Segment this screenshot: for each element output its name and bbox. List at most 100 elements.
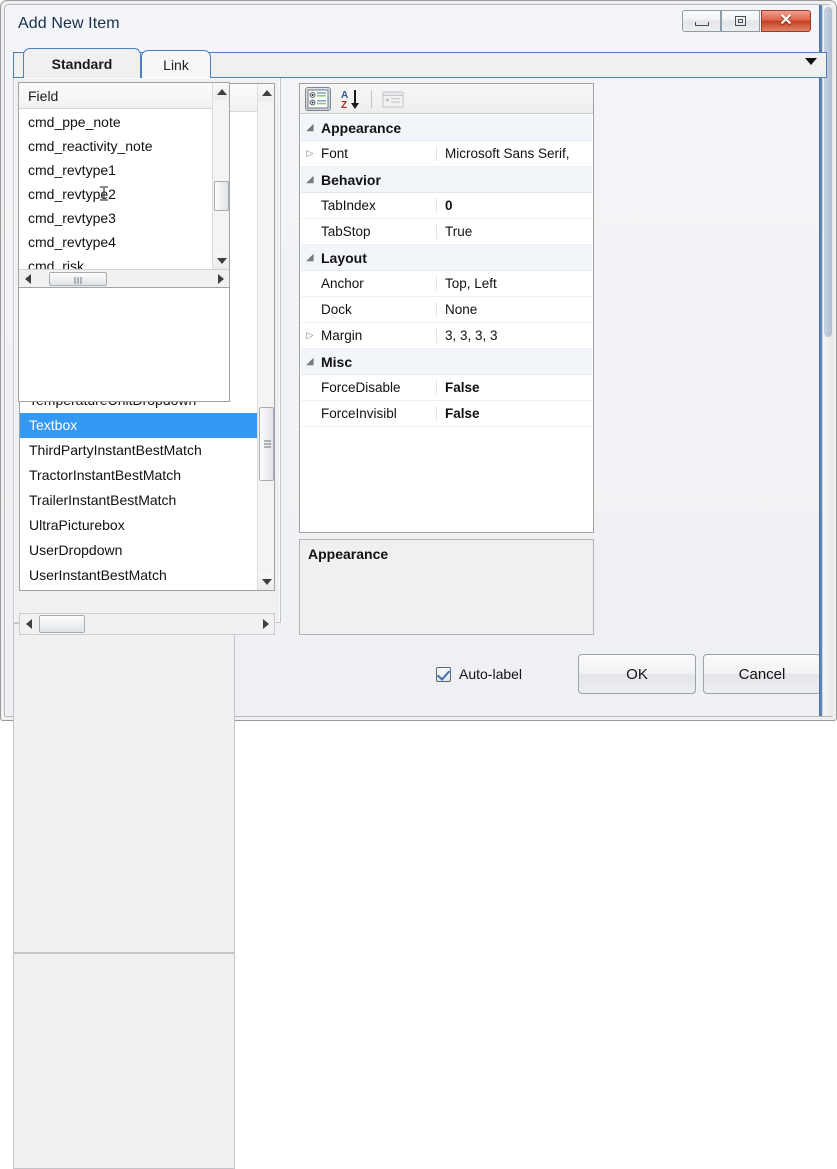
ok-button-label: OK (626, 665, 648, 683)
window-title: Add New Item (18, 15, 120, 32)
list-item[interactable]: cmd_risk (19, 254, 212, 269)
property-row[interactable]: Dock None (301, 297, 592, 323)
categorized-view-icon[interactable] (305, 87, 331, 111)
property-name: Behavior (321, 171, 381, 188)
property-row[interactable]: TabStop True (301, 219, 592, 245)
maximize-button[interactable] (721, 10, 760, 32)
list-item[interactable]: UserDropdown (20, 538, 257, 563)
list-item[interactable]: ThirdPartyInstantBestMatch (20, 438, 257, 463)
list-item[interactable]: Textbox (20, 413, 257, 438)
field-group-box: Field cmd_ppe_note cmd_reactivity_note cmd… (13, 82, 235, 1169)
list-item[interactable]: cmd_revtype2 (19, 182, 212, 206)
dialog-vertical-scrollbar[interactable] (822, 5, 833, 716)
expand-icon[interactable]: ▷ (301, 148, 319, 159)
checkbox-icon[interactable] (436, 666, 451, 682)
text-cursor-icon (100, 186, 108, 201)
property-value[interactable]: False (437, 380, 592, 395)
list-item[interactable]: cmd_revtype3 (19, 206, 212, 230)
minimize-button[interactable] (682, 10, 721, 32)
list-item[interactable]: cmd_ppe_note (19, 110, 212, 134)
maximize-icon (722, 11, 759, 31)
list-item[interactable]: cmd_revtype4 (19, 230, 212, 254)
property-row[interactable]: ▷ Margin 3, 3, 3, 3 (301, 323, 592, 349)
control-type-horizontal-scrollbar[interactable] (19, 613, 275, 635)
dialog-window: Add New Item ✕ Standard Link Textbox Thi… (0, 0, 837, 1169)
property-category-row[interactable]: ◢ Layout (301, 245, 592, 271)
auto-label-text: Auto-label (459, 666, 523, 682)
list-item[interactable]: TrailerInstantBestMatch (20, 488, 257, 513)
scroll-up-icon[interactable] (213, 83, 229, 100)
property-name: Font (319, 146, 437, 161)
expand-icon[interactable]: ▷ (301, 330, 319, 341)
scrollbar-thumb[interactable] (259, 407, 274, 481)
property-row[interactable]: ▷ Font Microsoft Sans Serif, (301, 141, 592, 167)
field-horizontal-scrollbar[interactable] (19, 269, 229, 287)
scroll-right-icon[interactable] (212, 270, 229, 287)
chevron-down-icon[interactable] (805, 58, 817, 65)
hscrollbar-thumb[interactable] (49, 272, 107, 286)
field-header: Field (19, 83, 212, 109)
property-value[interactable]: Top, Left (437, 276, 592, 291)
property-name: TabIndex (319, 198, 437, 213)
property-value[interactable]: 3, 3, 3, 3 (437, 328, 592, 343)
list-item[interactable]: cmd_reactivity_note (19, 134, 212, 158)
property-name: Appearance (321, 119, 402, 136)
collapse-icon[interactable]: ◢ (301, 356, 319, 367)
scrollbar-thumb[interactable] (214, 181, 229, 211)
ok-button[interactable]: OK (578, 654, 696, 694)
field-items: cmd_ppe_note cmd_reactivity_note cmd_revty… (19, 110, 212, 269)
control-type-vertical-scrollbar[interactable] (257, 84, 274, 590)
field-vertical-scrollbar[interactable] (212, 83, 229, 269)
property-grid-rows[interactable]: ◢ Appearance ▷ Font Microsoft Sans Serif, ◢ Be… (301, 115, 592, 531)
list-item[interactable]: UltraPicturebox (20, 513, 257, 538)
close-icon: ✕ (779, 12, 793, 29)
property-description-title: Appearance (308, 546, 389, 562)
tab-standard-label: Standard (51, 55, 113, 72)
property-name: TabStop (319, 224, 437, 239)
title-bar[interactable]: Add New Item ✕ (5, 5, 832, 46)
toolbar-separator (371, 90, 372, 108)
cancel-button[interactable]: Cancel (703, 654, 821, 694)
property-name: Layout (321, 249, 367, 266)
collapse-icon[interactable]: ◢ (301, 174, 319, 185)
property-value[interactable]: 0 (437, 198, 592, 213)
tab-strip: Standard Link (13, 46, 827, 78)
property-grid-toolbar: A Z (300, 84, 593, 114)
minimize-icon (683, 11, 720, 31)
property-row[interactable]: Anchor Top, Left (301, 271, 592, 297)
tab-link[interactable]: Link (141, 50, 211, 78)
tab-link-label: Link (163, 56, 189, 73)
property-name: ForceInvisibl (319, 406, 437, 421)
property-pages-icon[interactable] (379, 87, 407, 111)
collapse-icon[interactable]: ◢ (301, 252, 319, 263)
property-name: Misc (321, 353, 353, 370)
list-item[interactable]: UserInstantBestMatch (20, 563, 257, 588)
list-item[interactable]: cmd_revtype1 (19, 158, 212, 182)
property-value[interactable]: True (437, 224, 592, 239)
property-row[interactable]: ForceInvisibl False (301, 401, 592, 427)
property-description-panel: Appearance (299, 539, 594, 635)
tab-standard[interactable]: Standard (23, 48, 141, 78)
property-category-row[interactable]: ◢ Misc (301, 349, 592, 375)
scroll-down-icon[interactable] (213, 252, 229, 269)
scroll-up-icon[interactable] (258, 84, 274, 101)
property-name: ForceDisable (319, 380, 437, 395)
property-category-row[interactable]: ◢ Behavior (301, 167, 592, 193)
auto-label-checkbox[interactable]: Auto-label (436, 666, 522, 682)
hscrollbar-thumb[interactable] (39, 615, 85, 633)
scroll-right-icon[interactable] (257, 614, 274, 634)
scroll-down-icon[interactable] (258, 573, 274, 590)
property-row[interactable]: ForceDisable False (301, 375, 592, 401)
scroll-left-icon[interactable] (19, 270, 36, 287)
alphabetical-sort-icon[interactable]: A Z (339, 87, 365, 111)
close-button[interactable]: ✕ (761, 10, 811, 32)
property-value[interactable]: False (437, 406, 592, 421)
scroll-left-icon[interactable] (20, 614, 37, 634)
property-row[interactable]: TabIndex 0 (301, 193, 592, 219)
list-item[interactable]: TractorInstantBestMatch (20, 463, 257, 488)
property-value[interactable]: Microsoft Sans Serif, (437, 146, 592, 161)
field-list[interactable]: Field cmd_ppe_note cmd_reactivity_note cmd… (18, 82, 230, 288)
property-value[interactable]: None (437, 302, 592, 317)
collapse-icon[interactable]: ◢ (301, 122, 319, 133)
property-category-row[interactable]: ◢ Appearance (301, 115, 592, 141)
